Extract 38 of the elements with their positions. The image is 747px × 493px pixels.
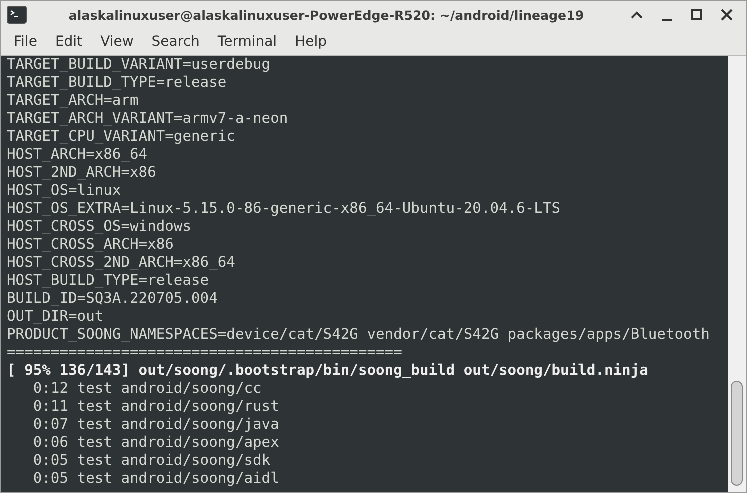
terminal-line: 0:12 test android/soong/cc [32, 380, 262, 398]
terminal-line: HOST_ARCH=x86_64 [7, 146, 148, 164]
terminal-line: 0:05 test android/soong/sdk [32, 452, 271, 470]
terminal-line: HOST_OS_EXTRA=Linux-5.15.0-86-generic-x86_64-Ubuntu-20.04.6-LTS [7, 200, 561, 218]
terminal-line: TARGET_BUILD_TYPE=release [7, 74, 227, 92]
terminal-line: BUILD_ID=SQ3A.220705.004 [7, 290, 218, 308]
terminal-line: 0:11 test android/soong/rust [32, 398, 280, 416]
maximize-icon [691, 9, 703, 21]
terminal-line: HOST_BUILD_TYPE=release [7, 272, 210, 290]
terminal-line: HOST_CROSS_ARCH=x86 [7, 236, 174, 254]
terminal-line: 0:07 test android/soong/java [32, 416, 280, 434]
terminal-line: TARGET_ARCH=arm [7, 92, 139, 110]
terminal-line: OUT_DIR=out [7, 308, 104, 326]
minimize-icon [662, 19, 672, 21]
terminal-line: [ 95% 136/143] out/soong/.bootstrap/bin/soong_build out/soong/build.ninja [7, 362, 648, 380]
scrollbar-thumb[interactable] [731, 381, 743, 486]
terminal-line: HOST_CROSS_OS=windows [7, 218, 192, 236]
terminal-line: PRODUCT_SOONG_NAMESPACES=device/cat/S42G vendor/cat/S42G packages/apps/Bluetooth [7, 326, 710, 344]
window-title: alaskalinuxuser@alaskalinuxuser-PowerEdge-R520: ~/android/lineage19 [68, 8, 586, 22]
menu-item[interactable]: Terminal [208, 34, 286, 50]
terminal-line: TARGET_ARCH_VARIANT=armv7-a-neon [7, 110, 288, 128]
chevron-up-icon [631, 11, 643, 19]
menu-item[interactable]: File [5, 34, 46, 50]
menu-item[interactable]: Help [286, 34, 336, 50]
terminal-line: ============================================= [7, 344, 402, 362]
menu-item[interactable]: Edit [46, 34, 92, 50]
terminal-line: HOST_2ND_ARCH=x86 [7, 164, 156, 182]
terminal-line: 0:05 test android/soong/aidl [32, 470, 280, 488]
terminal-line: TARGET_CPU_VARIANT=generic [7, 128, 236, 146]
close-icon [721, 9, 733, 21]
menu-item[interactable]: View [92, 34, 143, 50]
terminal-line: HOST_OS=linux [7, 182, 122, 200]
terminal-icon [7, 6, 27, 24]
terminal-line: HOST_CROSS_2ND_ARCH=x86_64 [7, 254, 236, 272]
menu-item[interactable]: Search [142, 34, 209, 50]
scrollbar[interactable] [728, 56, 746, 492]
terminal-line: TARGET_BUILD_VARIANT=userdebug [7, 56, 271, 74]
terminal-line: 0:06 test android/soong/apex [32, 434, 280, 452]
